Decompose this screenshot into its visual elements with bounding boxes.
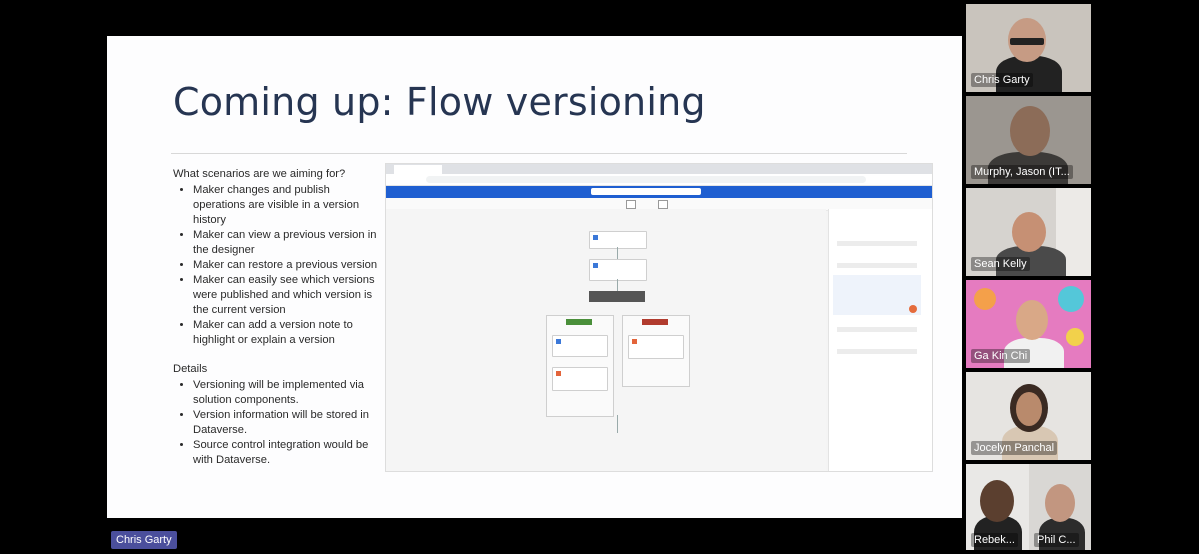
true-badge <box>566 319 592 325</box>
command-button <box>658 200 668 209</box>
scenario-item: Maker can view a previous version in the… <box>193 228 383 258</box>
flow-node <box>589 259 647 281</box>
participant-name: Murphy, Jason (IT... <box>971 165 1073 179</box>
version-entry <box>837 241 917 246</box>
flow-node <box>628 335 684 359</box>
participant-tile[interactable]: Sean Kelly <box>966 188 1091 276</box>
action-icon <box>556 339 561 344</box>
flow-node <box>552 335 608 357</box>
flow-canvas <box>386 209 826 471</box>
version-history-panel <box>828 209 932 471</box>
trigger-icon <box>593 235 598 240</box>
cursor-indicator <box>909 305 917 313</box>
participant-name: Rebek... <box>971 533 1018 547</box>
presenter-name-tag: Chris Garty <box>111 531 177 549</box>
embedded-app-screenshot <box>385 163 933 472</box>
app-search-box <box>591 188 701 195</box>
browser-tab <box>394 165 442 174</box>
version-entry <box>837 327 917 332</box>
detail-item: Source control integration would be with… <box>193 438 383 468</box>
participant-name: Phil C... <box>1034 533 1079 547</box>
notification-icon <box>556 371 561 376</box>
true-branch <box>546 315 614 417</box>
participant-tile[interactable]: Chris Garty <box>966 4 1091 92</box>
participant-tile[interactable]: Rebek... <box>966 464 1028 550</box>
scenario-item: Maker can add a version note to highligh… <box>193 318 383 348</box>
slide-title: Coming up: Flow versioning <box>173 80 706 124</box>
slide-divider <box>171 153 907 154</box>
participant-name: Ga Kin Chi <box>971 349 1031 363</box>
scenario-item: Maker can easily see which versions were… <box>193 273 383 318</box>
version-entry <box>837 263 917 268</box>
app-header <box>386 186 932 198</box>
version-entry-selected <box>833 275 921 315</box>
detail-item: Version information will be stored in Da… <box>193 408 383 438</box>
browser-urlbar <box>386 174 932 186</box>
participant-name: Chris Garty <box>971 73 1033 87</box>
glasses-icon <box>1010 38 1044 45</box>
participant-tile[interactable]: Phil C... <box>1029 464 1091 550</box>
participant-name: Sean Kelly <box>971 257 1030 271</box>
details-list: Versioning will be implemented via solut… <box>173 378 383 468</box>
scenario-item: Maker changes and publish operations are… <box>193 183 383 228</box>
browser-tabbar <box>386 164 932 174</box>
participant-tile[interactable]: Jocelyn Panchal <box>966 372 1091 460</box>
presentation-slide: Coming up: Flow versioning What scenario… <box>107 36 962 518</box>
scenarios-heading: What scenarios are we aiming for? <box>173 168 346 180</box>
false-badge <box>642 319 668 325</box>
participant-tile[interactable]: Ga Kin Chi <box>966 280 1091 368</box>
scenarios-list: Maker changes and publish operations are… <box>173 183 383 348</box>
participant-tile-pair: Rebek... Phil C... <box>966 464 1091 550</box>
version-entry <box>837 349 917 354</box>
action-icon <box>593 263 598 268</box>
condition-node <box>589 291 645 302</box>
flow-node <box>589 231 647 249</box>
participant-tile[interactable]: Murphy, Jason (IT... <box>966 96 1091 184</box>
participant-name: Jocelyn Panchal <box>971 441 1058 455</box>
details-heading: Details <box>173 363 208 375</box>
slide-body: What scenarios are we aiming for? Maker … <box>173 167 383 468</box>
flow-node <box>552 367 608 391</box>
url-field <box>426 176 866 183</box>
detail-item: Versioning will be implemented via solut… <box>193 378 383 408</box>
notification-icon <box>632 339 637 344</box>
command-button <box>626 200 636 209</box>
scenario-item: Maker can restore a previous version <box>193 258 383 273</box>
